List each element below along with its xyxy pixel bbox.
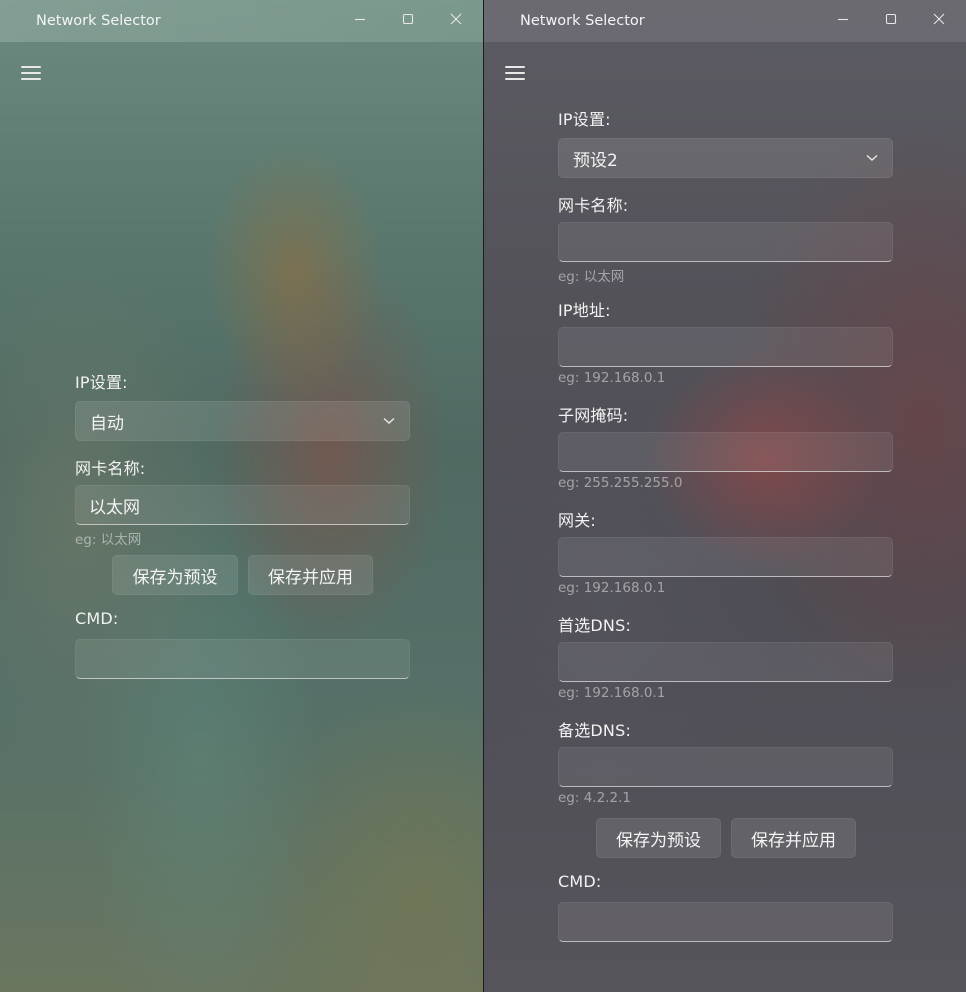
cmd-input[interactable]: [558, 902, 893, 942]
adapter-name-input[interactable]: [558, 222, 893, 262]
save-preset-button[interactable]: 保存为预设: [596, 818, 721, 858]
primary-dns-label: 首选DNS:: [558, 616, 632, 635]
adapter-name-hint: eg: 以太网: [75, 532, 142, 548]
save-apply-button[interactable]: 保存并应用: [731, 818, 856, 858]
close-icon: [933, 13, 945, 25]
ip-settings-selected: 预设2: [573, 150, 618, 171]
close-icon: [450, 13, 462, 25]
subnet-mask-input[interactable]: [558, 432, 893, 472]
title-bar[interactable]: Network Selector: [0, 0, 483, 42]
minimize-icon: [355, 18, 365, 21]
hamburger-menu-icon[interactable]: [20, 64, 42, 82]
maximize-button[interactable]: [393, 8, 423, 30]
primary-dns-input[interactable]: [558, 642, 893, 682]
ip-settings-label: IP设置:: [558, 110, 611, 129]
window-title: Network Selector: [36, 13, 161, 29]
cmd-label: CMD:: [75, 609, 119, 628]
gateway-input[interactable]: [558, 537, 893, 577]
secondary-dns-hint: eg: 4.2.2.1: [558, 790, 631, 806]
left-window: Network Selector IP设置: 自动 网卡名称: 以太网 eg: …: [0, 0, 483, 992]
ip-address-input[interactable]: [558, 327, 893, 367]
cmd-label: CMD:: [558, 872, 602, 891]
ip-address-label: IP地址:: [558, 301, 611, 320]
adapter-name-hint: eg: 以太网: [558, 269, 625, 285]
secondary-dns-input[interactable]: [558, 747, 893, 787]
minimize-icon: [838, 18, 848, 21]
subnet-mask-hint: eg: 255.255.255.0: [558, 475, 683, 491]
window-title: Network Selector: [520, 13, 645, 29]
maximize-icon: [402, 13, 414, 25]
adapter-name-label: 网卡名称:: [75, 459, 146, 478]
save-apply-button[interactable]: 保存并应用: [248, 555, 373, 595]
ip-settings-dropdown[interactable]: 自动: [75, 401, 410, 441]
primary-dns-hint: eg: 192.168.0.1: [558, 685, 666, 701]
minimize-button[interactable]: [345, 8, 375, 30]
ip-address-hint: eg: 192.168.0.1: [558, 370, 666, 386]
gateway-hint: eg: 192.168.0.1: [558, 580, 666, 596]
cmd-input[interactable]: [75, 639, 410, 679]
ip-settings-label: IP设置:: [75, 373, 128, 392]
ip-settings-selected: 自动: [90, 413, 124, 434]
secondary-dns-label: 备选DNS:: [558, 721, 632, 740]
chevron-down-icon: [866, 154, 878, 161]
title-bar[interactable]: Network Selector: [484, 0, 966, 42]
subnet-mask-label: 子网掩码:: [558, 406, 629, 425]
save-preset-button[interactable]: 保存为预设: [112, 555, 238, 595]
adapter-name-input[interactable]: 以太网: [75, 485, 410, 525]
maximize-icon: [885, 13, 897, 25]
maximize-button[interactable]: [876, 8, 906, 30]
adapter-name-label: 网卡名称:: [558, 196, 629, 215]
right-window: Network Selector IP设置: 预设2 网卡名称: eg: 以太网…: [484, 0, 966, 992]
minimize-button[interactable]: [828, 8, 858, 30]
hamburger-menu-icon[interactable]: [504, 64, 526, 82]
chevron-down-icon: [383, 417, 395, 424]
gateway-label: 网关:: [558, 511, 596, 530]
ip-settings-dropdown[interactable]: 预设2: [558, 138, 893, 178]
close-button[interactable]: [924, 8, 954, 30]
close-button[interactable]: [441, 8, 471, 30]
